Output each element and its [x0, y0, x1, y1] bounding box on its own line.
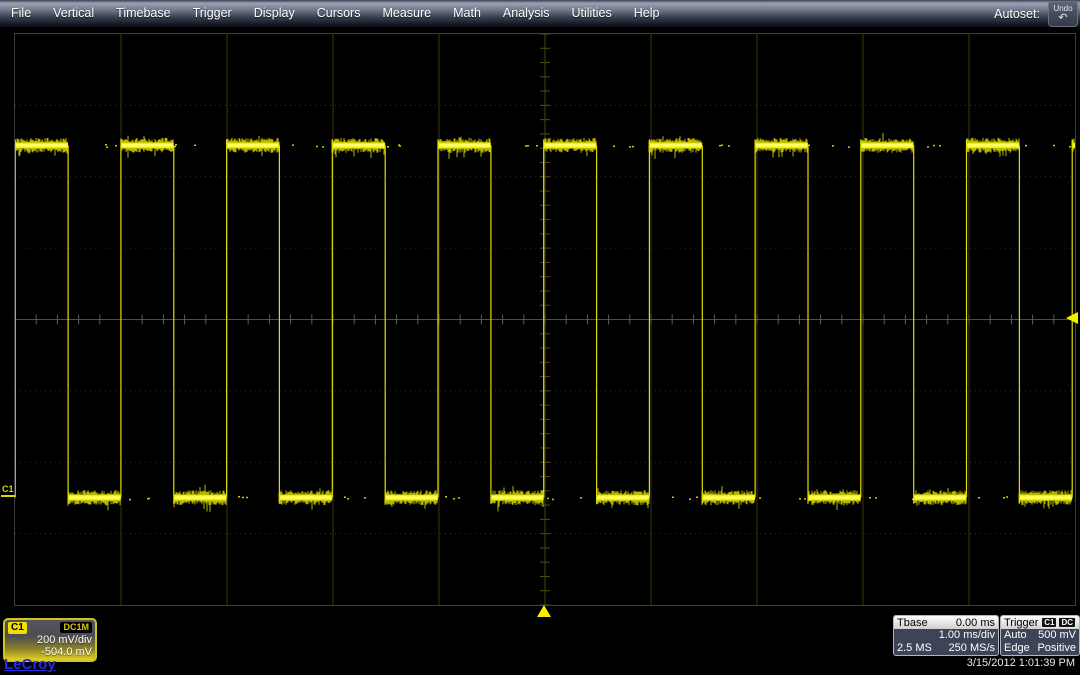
timebase-title: Tbase: [897, 616, 928, 629]
trigger-title: Trigger: [1004, 616, 1039, 629]
datetime-display: 3/15/2012 1:01:39 PM: [966, 657, 1075, 669]
menu-item-vertical[interactable]: Vertical: [42, 0, 105, 27]
scope-grid-area[interactable]: [14, 33, 1076, 606]
trigger-type: Edge: [1004, 642, 1030, 654]
undo-arrow-icon: ↶: [1058, 11, 1068, 24]
trigger-descriptor[interactable]: Trigger C1 DC Auto 500 mV Edge Positive: [1000, 615, 1080, 656]
timebase-samples: 2.5 MS: [897, 642, 932, 654]
trigger-coupling-badge: DC: [1058, 617, 1076, 628]
trigger-slope: Positive: [1037, 642, 1076, 654]
channel-vdiv: 200 mV/div: [36, 634, 92, 646]
menu-item-measure[interactable]: Measure: [371, 0, 442, 27]
menu-item-timebase[interactable]: Timebase: [105, 0, 181, 27]
menu-item-cursors[interactable]: Cursors: [306, 0, 372, 27]
menu-item-analysis[interactable]: Analysis: [492, 0, 561, 27]
menu-bar: File Vertical Timebase Trigger Display Cursor…: [0, 0, 1080, 27]
trigger-level-arrow-icon[interactable]: [1066, 312, 1078, 324]
menu-item-help[interactable]: Help: [623, 0, 671, 27]
waveform-trace-c1: [15, 132, 1075, 512]
trigger-level: 500 mV: [1038, 629, 1076, 641]
trigger-source-badge: C1: [1041, 617, 1058, 628]
undo-autoset-button[interactable]: Undo ↶: [1048, 0, 1078, 27]
lecroy-logo[interactable]: LeCroy: [4, 656, 56, 673]
trigger-time-arrow-icon[interactable]: [537, 605, 551, 617]
timebase-delay: 0.00 ms: [955, 616, 995, 629]
menu-item-math[interactable]: Math: [442, 0, 492, 27]
timebase-rate: 250 MS/s: [948, 642, 995, 654]
channel-offset-marker[interactable]: C1: [1, 484, 15, 497]
menu-item-display[interactable]: Display: [243, 0, 306, 27]
menu-item-utilities[interactable]: Utilities: [560, 0, 622, 27]
menu-items: File Vertical Timebase Trigger Display Cursor…: [0, 0, 670, 27]
timebase-tdiv: 1.00 ms/div: [938, 629, 995, 641]
menu-item-file[interactable]: File: [0, 0, 42, 27]
trigger-mode: Auto: [1004, 629, 1027, 641]
timebase-descriptor[interactable]: Tbase 0.00 ms 1.00 ms/div 2.5 MS 250 MS/…: [893, 615, 999, 656]
autoset-label: Autoset:: [994, 6, 1040, 21]
menu-item-trigger[interactable]: Trigger: [182, 0, 243, 27]
oscilloscope-screen: File Vertical Timebase Trigger Display Cursor…: [0, 0, 1080, 675]
channel-badge: C1: [8, 621, 27, 634]
coupling-badge: DC1M: [60, 622, 92, 633]
